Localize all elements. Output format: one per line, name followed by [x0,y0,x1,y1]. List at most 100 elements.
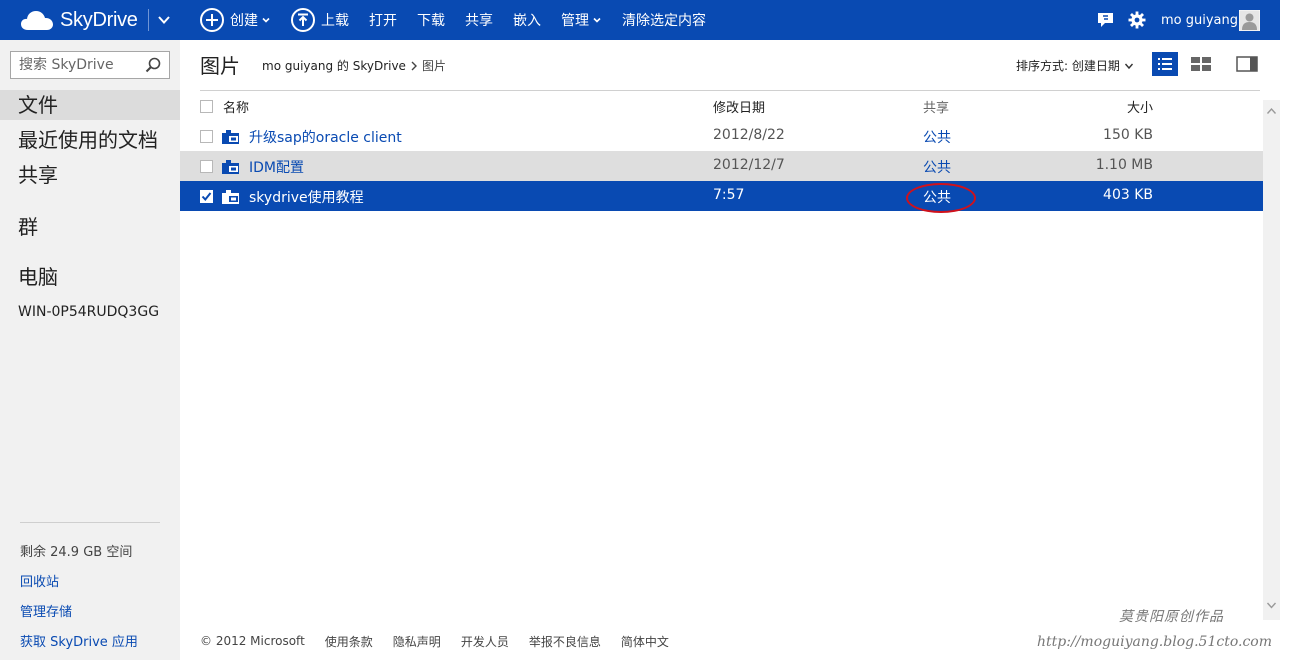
nav-files[interactable]: 文件 [0,90,180,120]
watermark-url: http://moguiyang.blog.51cto.com [1037,634,1272,650]
file-date: 2012/8/22 [713,127,785,143]
chat-button[interactable] [1097,0,1114,40]
upload-label: 上载 [321,13,349,29]
folder-icon [222,160,239,174]
share-button[interactable]: 共享 [465,0,493,40]
scroll-up-icon[interactable] [1266,106,1277,117]
column-header-row: 名称 修改日期 共享 大小 [180,91,1263,121]
manage-label: 管理 [561,13,589,29]
table-row[interactable]: skydrive使用教程 7:57 公共 403 KB [180,181,1263,211]
report-abuse-link[interactable]: 举报不良信息 [529,633,601,650]
nav-pc-item[interactable]: WIN-0P54RUDQ3GG [18,304,159,320]
create-plus-icon [200,8,224,32]
brand-name: SkyDrive [60,8,138,31]
search-icon[interactable] [145,57,161,73]
row-checkbox-checked[interactable] [200,190,213,203]
open-button[interactable]: 打开 [369,0,397,40]
copyright: © 2012 Microsoft [200,634,305,648]
checkmark-icon [201,192,212,202]
get-app-link[interactable]: 获取 SkyDrive 应用 [20,631,138,650]
breadcrumb-root[interactable]: mo guiyang 的 SkyDrive [262,57,406,74]
embed-button[interactable]: 嵌入 [513,0,541,40]
folder-icon [222,130,239,144]
chevron-down-icon [262,17,270,23]
select-all-checkbox[interactable] [200,100,213,113]
nav-pcs[interactable]: 电脑 [0,262,180,292]
file-size: 403 KB [1103,187,1153,203]
column-header-share: 共享 [923,101,950,116]
search-input[interactable] [11,52,139,78]
vertical-scrollbar[interactable] [1263,100,1280,620]
upload-arrow-icon [291,8,315,32]
sort-label: 排序方式: 创建日期 [1016,59,1120,73]
thumbnail-view-icon [1191,57,1211,71]
recycle-bin-link[interactable]: 回收站 [20,571,59,590]
file-date: 7:57 [713,187,745,203]
thumbnail-view-button[interactable] [1188,52,1214,76]
watermark-author: 莫贵阳原创作品 [1119,609,1224,625]
file-name-link[interactable]: IDM配置 [249,157,304,177]
developers-link[interactable]: 开发人员 [461,633,509,650]
sidebar-divider [20,522,160,523]
manage-button[interactable]: 管理 [561,0,601,40]
chevron-down-icon [1124,63,1133,69]
create-button[interactable]: 创建 [200,0,270,40]
details-pane-icon [1236,56,1258,72]
create-label: 创建 [230,13,258,29]
privacy-link[interactable]: 隐私声明 [393,633,441,650]
nav-recent-documents[interactable]: 最近使用的文档 [0,125,180,155]
file-name-link[interactable]: skydrive使用教程 [249,187,364,207]
file-size: 150 KB [1103,127,1153,143]
row-checkbox[interactable] [200,130,213,143]
brand-divider [147,9,149,31]
search-box [10,51,170,79]
sort-dropdown[interactable]: 排序方式: 创建日期 [1016,57,1134,74]
file-share-status[interactable]: 公共 [923,127,951,147]
chevron-down-icon [593,17,601,23]
top-bar: SkyDrive 创建 上载 打开 下载 共享 嵌入 管理 清除选定内容 mo … [0,0,1280,40]
file-share-status[interactable]: 公共 [923,157,951,177]
sidebar: 文件 最近使用的文档 共享 群 电脑 WIN-0P54RUDQ3GG 剩余 24… [0,40,180,660]
file-name-link[interactable]: 升级sap的oracle client [249,127,402,147]
skydrive-cloud-icon [21,11,53,30]
chevron-right-icon [411,61,417,70]
download-button[interactable]: 下载 [417,0,445,40]
file-list-pane: 图片 mo guiyang 的 SkyDrive 图片 排序方式: 创建日期 名… [180,40,1280,620]
nav-groups[interactable]: 群 [0,212,180,242]
chat-icon [1098,13,1113,27]
skydrive-app: SkyDrive 创建 上载 打开 下载 共享 嵌入 管理 清除选定内容 mo … [0,0,1305,660]
details-pane-button[interactable] [1234,52,1260,76]
list-view-button[interactable] [1152,52,1178,76]
file-share-status[interactable]: 公共 [923,187,951,207]
breadcrumb-current: 图片 [421,59,446,73]
avatar-icon [1239,9,1260,31]
watermark: 莫贵阳原创作品 http://moguiyang.blog.51cto.com [1037,606,1276,656]
folder-icon [222,190,239,204]
breadcrumb: mo guiyang 的 SkyDrive 图片 [262,57,446,74]
storage-remaining: 剩余 24.9 GB 空间 [20,545,133,560]
column-header-size[interactable]: 大小 [1127,97,1153,116]
file-size: 1.10 MB [1095,157,1153,173]
window-edge [1280,0,1305,660]
user-name[interactable]: mo guiyang [1161,0,1238,40]
column-header-name[interactable]: 名称 [223,97,249,116]
column-header-date[interactable]: 修改日期 [713,97,765,116]
settings-button[interactable] [1128,0,1146,40]
gear-icon [1128,11,1146,29]
nav-shared[interactable]: 共享 [0,160,180,190]
upload-button[interactable]: 上载 [291,0,349,40]
list-view-icon [1158,58,1172,70]
table-row[interactable]: 升级sap的oracle client 2012/8/22 公共 150 KB [180,121,1263,151]
avatar[interactable] [1239,0,1260,40]
file-date: 2012/12/7 [713,157,785,173]
terms-link[interactable]: 使用条款 [325,633,373,650]
table-row[interactable]: IDM配置 2012/12/7 公共 1.10 MB [180,151,1263,181]
brand[interactable]: SkyDrive [20,6,171,34]
page-title: 图片 [200,54,240,78]
manage-storage-link[interactable]: 管理存储 [20,601,72,620]
footer: © 2012 Microsoft 使用条款 隐私声明 开发人员 举报不良信息 简… [180,624,669,658]
language-link[interactable]: 简体中文 [621,633,669,650]
row-checkbox[interactable] [200,160,213,173]
chevron-down-icon[interactable] [157,13,171,27]
clear-selection-button[interactable]: 清除选定内容 [622,0,706,40]
